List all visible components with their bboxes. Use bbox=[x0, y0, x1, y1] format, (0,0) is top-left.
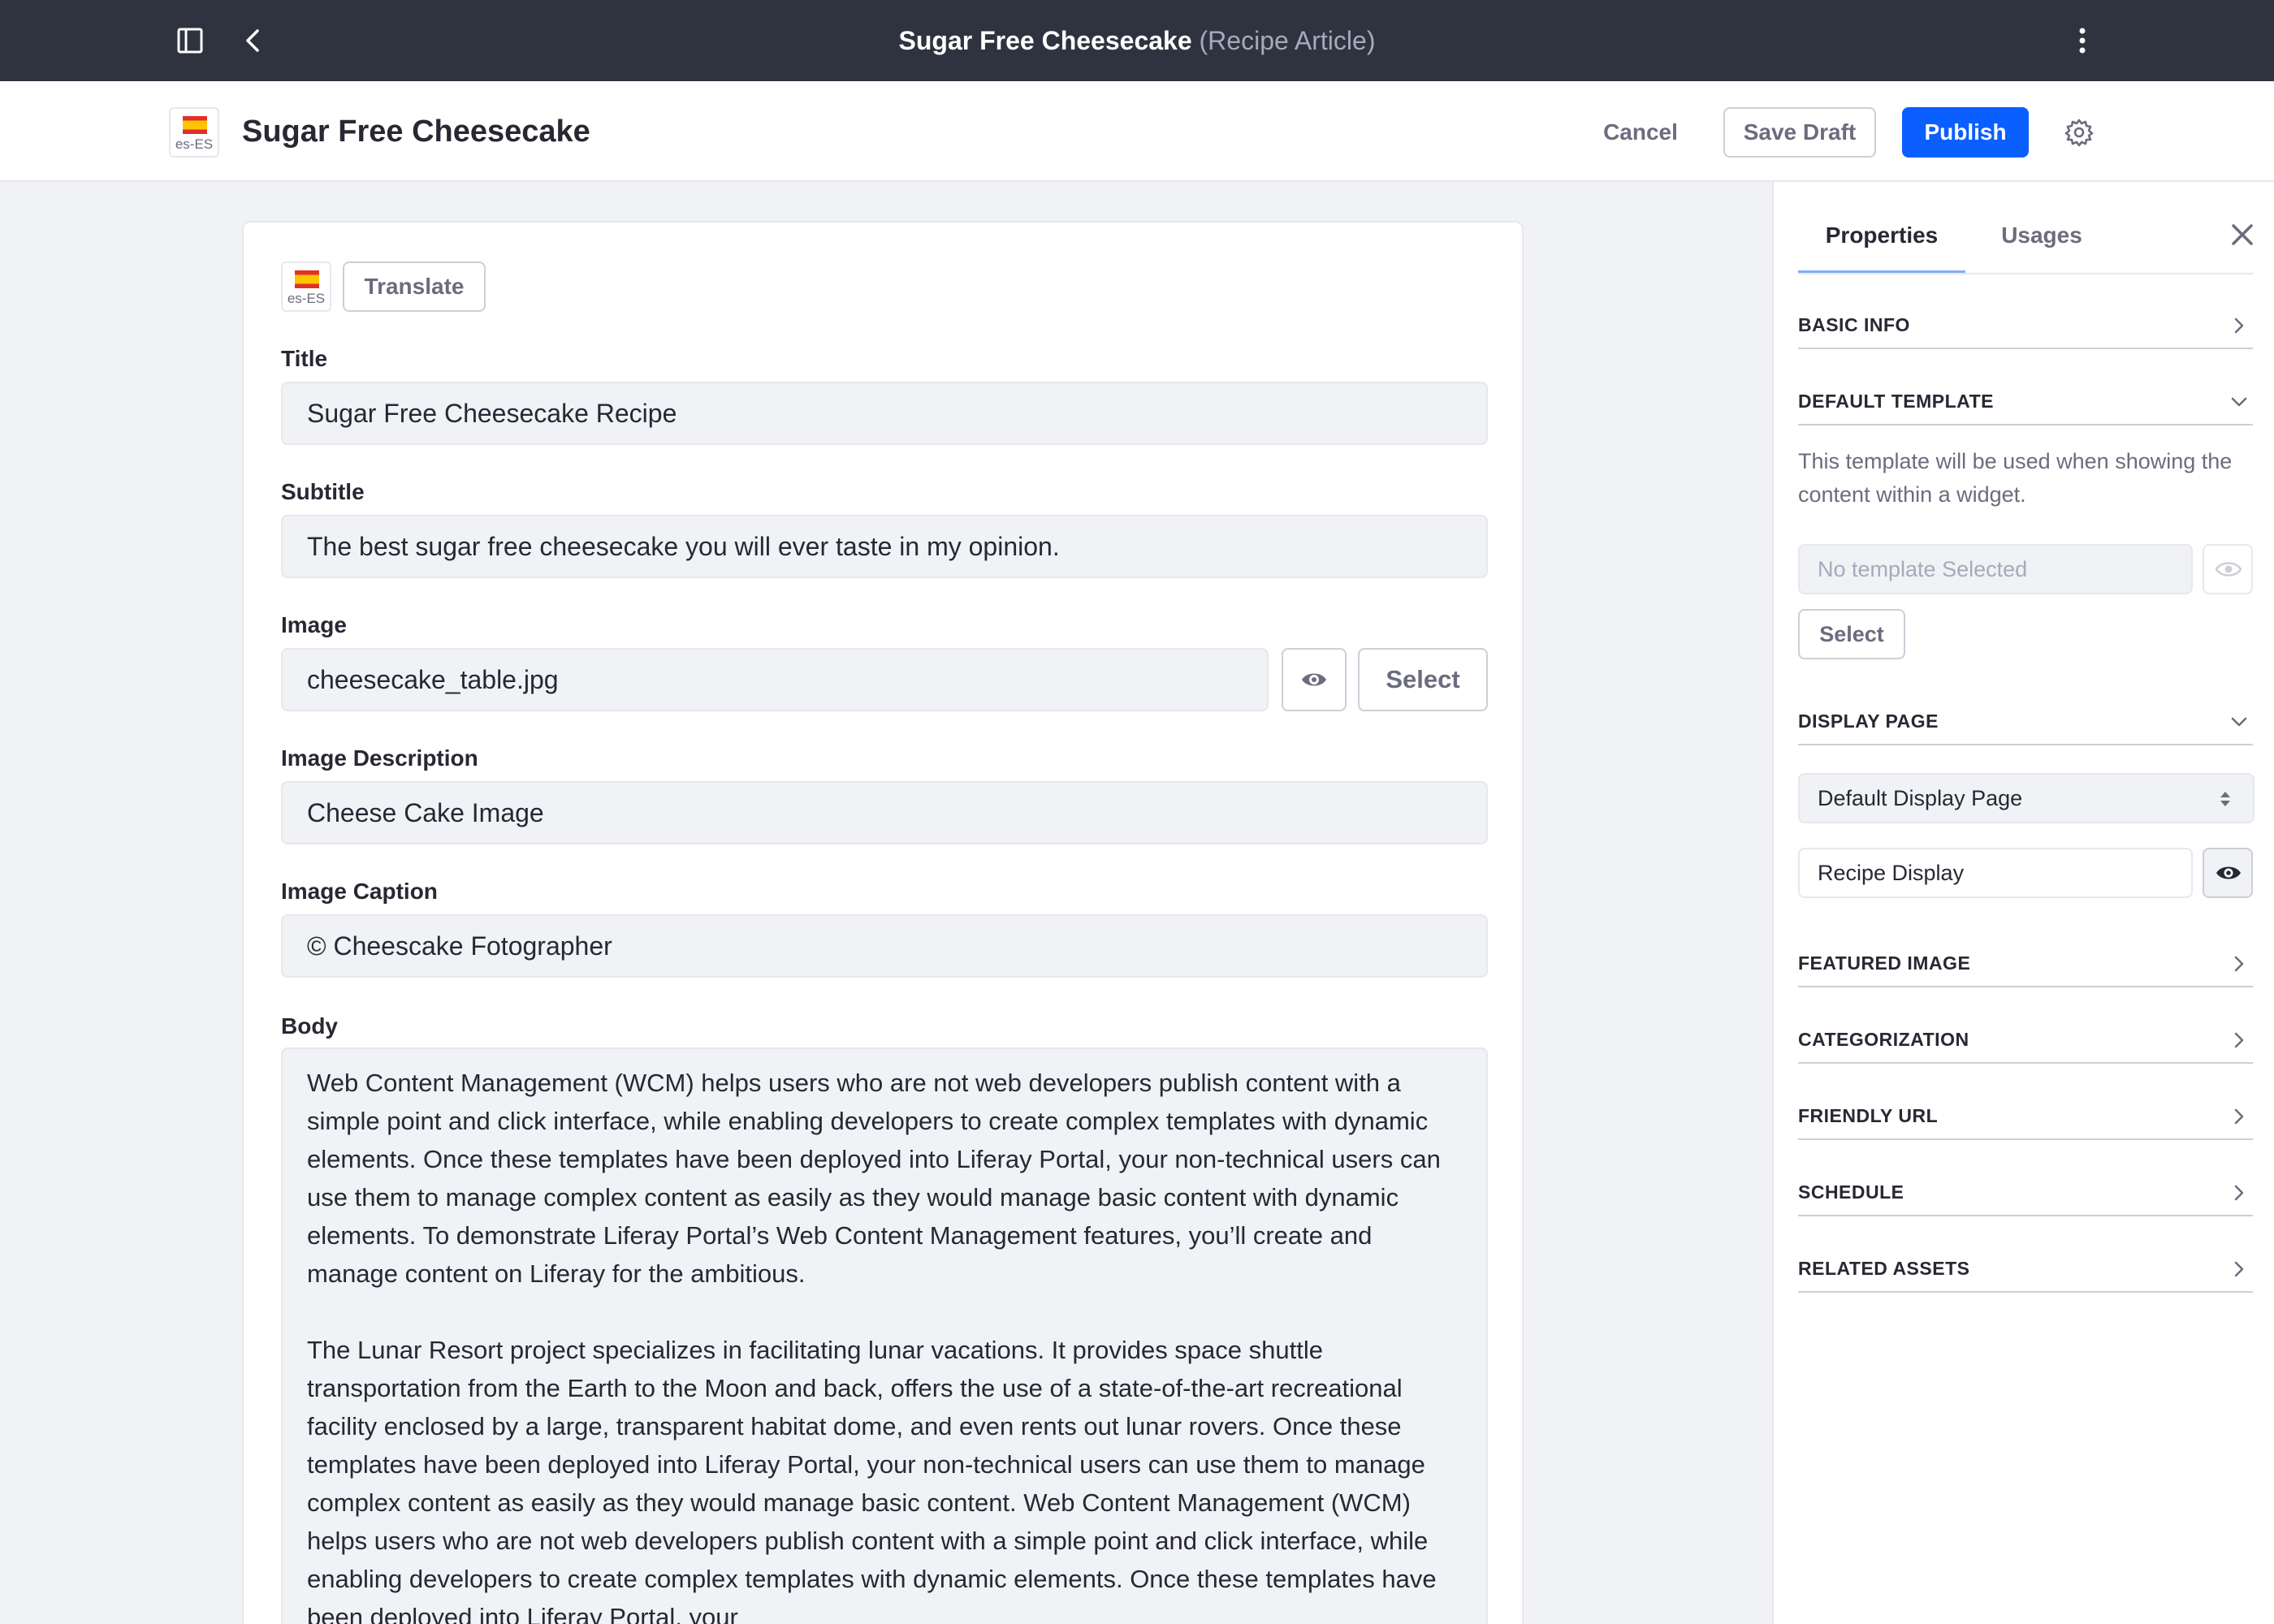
image-caption-label: Image Caption bbox=[281, 879, 438, 904]
editor-header: es-ES Sugar Free Cheesecake Cancel Save … bbox=[0, 81, 2274, 182]
subtitle-input[interactable]: The best sugar free cheesecake you will … bbox=[281, 515, 1488, 578]
page-title: Sugar Free Cheesecake bbox=[242, 114, 590, 149]
section-title: RELATED ASSETS bbox=[1798, 1258, 1970, 1279]
chevron-right-icon bbox=[2234, 317, 2244, 334]
locale-code: es-ES bbox=[175, 136, 214, 152]
content-form-card: es-ES Translate Title Sugar Free Cheesec… bbox=[242, 221, 1524, 1624]
template-input: No template Selected bbox=[1798, 544, 2193, 594]
form-locale-code: es-ES bbox=[287, 291, 326, 306]
select-caret-icon bbox=[2220, 792, 2230, 806]
image-description-label: Image Description bbox=[281, 745, 478, 771]
window-title: Sugar Free Cheesecake (Recipe Article) bbox=[0, 0, 2274, 81]
image-description-input[interactable]: Cheese Cake Image bbox=[281, 781, 1488, 844]
section-friendly-url[interactable]: FRIENDLY URL bbox=[1798, 1093, 2253, 1140]
image-preview-button[interactable] bbox=[1282, 648, 1347, 711]
window-title-subtitle: (Recipe Article) bbox=[1199, 26, 1376, 55]
section-schedule[interactable]: SCHEDULE bbox=[1798, 1169, 2253, 1216]
eye-icon bbox=[1302, 673, 1326, 686]
chevron-right-icon bbox=[2234, 956, 2244, 972]
tab-properties[interactable]: Properties bbox=[1798, 201, 1965, 274]
body-paragraph: The Lunar Resort project specializes in … bbox=[307, 1336, 1437, 1624]
spain-flag-graphic bbox=[295, 270, 319, 288]
display-page-preview-button[interactable] bbox=[2203, 848, 2253, 898]
section-title: CATEGORIZATION bbox=[1798, 1029, 1969, 1050]
template-select-button[interactable]: Select bbox=[1798, 609, 1905, 659]
section-related-assets[interactable]: RELATED ASSETS bbox=[1798, 1246, 2253, 1293]
cancel-button[interactable]: Cancel bbox=[1584, 107, 1697, 158]
template-preview-button bbox=[2203, 544, 2253, 594]
body-paragraph: Web Content Management (WCM) helps users… bbox=[307, 1069, 1441, 1288]
image-caption-input[interactable]: © Cheescake Fotographer bbox=[281, 914, 1488, 978]
image-label: Image bbox=[281, 612, 347, 637]
section-title: FEATURED IMAGE bbox=[1798, 952, 1971, 974]
tab-usages[interactable]: Usages bbox=[1982, 201, 2102, 274]
chevron-down-icon bbox=[2231, 397, 2247, 407]
section-display-page[interactable]: DISPLAY PAGE bbox=[1798, 698, 2253, 745]
publish-button[interactable]: Publish bbox=[1902, 107, 2029, 158]
subtitle-label: Subtitle bbox=[281, 479, 365, 504]
template-help-text: This template will be used when showing … bbox=[1798, 449, 2233, 507]
body-label: Body bbox=[281, 1013, 338, 1039]
properties-sidebar: Properties Usages BASIC INFO DEFAULT TEM… bbox=[1772, 182, 2274, 1624]
spain-flag-graphic bbox=[183, 116, 207, 134]
gear-icon[interactable] bbox=[2063, 116, 2095, 149]
image-input[interactable]: cheesecake_table.jpg bbox=[281, 648, 1269, 711]
display-page-select[interactable]: Default Display Page bbox=[1798, 773, 2255, 823]
chevron-right-icon bbox=[2234, 1108, 2244, 1125]
locale-flag-icon[interactable]: es-ES bbox=[169, 107, 219, 158]
save-draft-button[interactable]: Save Draft bbox=[1723, 107, 1876, 158]
more-vertical-icon[interactable] bbox=[2066, 24, 2099, 57]
display-page-input[interactable]: Recipe Display bbox=[1798, 848, 2193, 898]
body-editor[interactable]: Web Content Management (WCM) helps users… bbox=[281, 1047, 1488, 1624]
section-default-template[interactable]: DEFAULT TEMPLATE bbox=[1798, 378, 2253, 425]
eye-icon bbox=[2216, 866, 2241, 879]
chevron-right-icon bbox=[2234, 1032, 2244, 1048]
section-title: SCHEDULE bbox=[1798, 1181, 1904, 1203]
section-title: FRIENDLY URL bbox=[1798, 1105, 1939, 1126]
title-label: Title bbox=[281, 346, 328, 371]
display-page-select-value: Default Display Page bbox=[1818, 786, 2023, 810]
section-title: DISPLAY PAGE bbox=[1798, 710, 1939, 732]
chevron-right-icon bbox=[2234, 1185, 2244, 1201]
chevron-right-icon bbox=[2234, 1261, 2244, 1277]
section-basic-info[interactable]: BASIC INFO bbox=[1798, 302, 2253, 349]
section-featured-image[interactable]: FEATURED IMAGE bbox=[1798, 940, 2253, 987]
section-categorization[interactable]: CATEGORIZATION bbox=[1798, 1017, 2253, 1064]
chevron-down-icon bbox=[2231, 717, 2247, 727]
window-title-main: Sugar Free Cheesecake bbox=[898, 26, 1192, 55]
eye-icon bbox=[2215, 562, 2242, 577]
tabs-divider bbox=[1798, 273, 2253, 274]
form-locale-flag-icon[interactable]: es-ES bbox=[281, 261, 331, 312]
section-title: BASIC INFO bbox=[1798, 314, 1910, 335]
close-icon[interactable] bbox=[2229, 221, 2256, 248]
translate-button[interactable]: Translate bbox=[343, 261, 486, 312]
image-select-button[interactable]: Select bbox=[1358, 648, 1488, 711]
section-title: DEFAULT TEMPLATE bbox=[1798, 391, 1994, 412]
title-input[interactable]: Sugar Free Cheesecake Recipe bbox=[281, 382, 1488, 445]
top-bar: Sugar Free Cheesecake (Recipe Article) bbox=[0, 0, 2274, 81]
